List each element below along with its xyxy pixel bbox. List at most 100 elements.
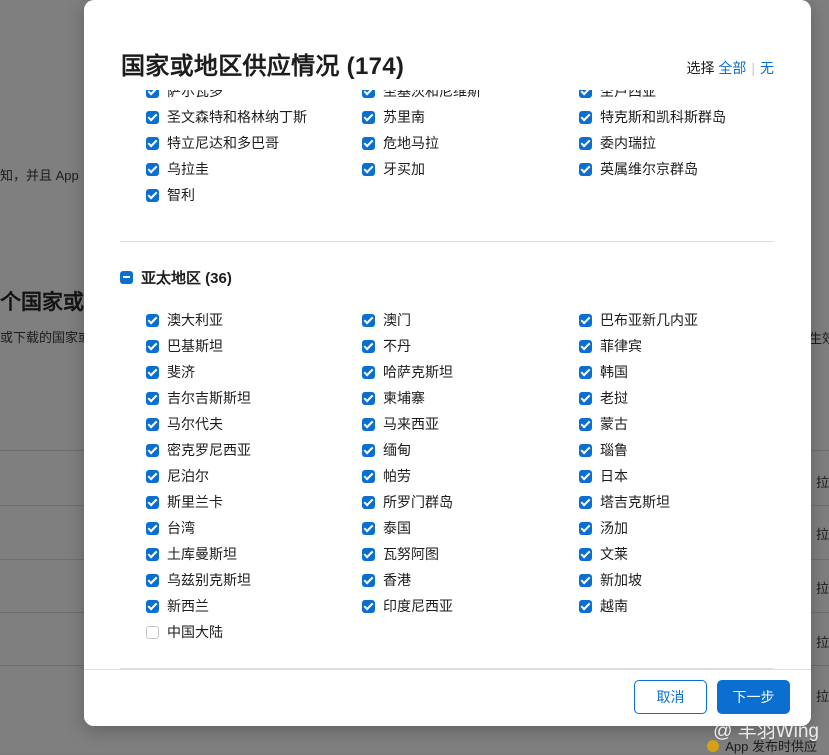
checkbox-checked-icon[interactable] — [362, 339, 375, 353]
country-option[interactable]: 印度尼西亚 — [362, 593, 453, 619]
country-option[interactable]: 老挝 — [579, 385, 628, 411]
country-option[interactable]: 日本 — [579, 463, 628, 489]
country-option[interactable]: 澳大利亚 — [146, 307, 223, 333]
country-option[interactable]: 泰国 — [362, 515, 411, 541]
checkbox-checked-icon[interactable] — [362, 90, 375, 98]
checkbox-checked-icon[interactable] — [579, 162, 592, 176]
checkbox-checked-icon[interactable] — [579, 339, 592, 353]
checkbox-checked-icon[interactable] — [362, 313, 375, 327]
checkbox-checked-icon[interactable] — [579, 110, 592, 124]
checkbox-checked-icon[interactable] — [579, 495, 592, 509]
checkbox-checked-icon[interactable] — [579, 313, 592, 327]
country-option[interactable]: 苏里南 — [362, 104, 425, 130]
country-option[interactable]: 斐济 — [146, 359, 195, 385]
country-option[interactable]: 英属维尔京群岛 — [579, 156, 698, 182]
country-option[interactable]: 斯里兰卡 — [146, 489, 223, 515]
checkbox-checked-icon[interactable] — [146, 547, 159, 561]
select-none-link[interactable]: 无 — [760, 60, 774, 76]
checkbox-checked-icon[interactable] — [579, 599, 592, 613]
country-option[interactable]: 新加坡 — [579, 567, 642, 593]
checkbox-checked-icon[interactable] — [362, 547, 375, 561]
checkbox-checked-icon[interactable] — [579, 391, 592, 405]
checkbox-checked-icon[interactable] — [146, 188, 159, 202]
checkbox-checked-icon[interactable] — [146, 339, 159, 353]
checkbox-checked-icon[interactable] — [579, 417, 592, 431]
country-option[interactable]: 汤加 — [579, 515, 628, 541]
checkbox-checked-icon[interactable] — [362, 136, 375, 150]
country-option[interactable]: 密克罗尼西亚 — [146, 437, 251, 463]
country-option[interactable]: 新西兰 — [146, 593, 209, 619]
country-option[interactable]: 萨尔瓦多 — [146, 90, 223, 104]
checkbox-checked-icon[interactable] — [362, 495, 375, 509]
checkbox-checked-icon[interactable] — [146, 495, 159, 509]
checkbox-checked-icon[interactable] — [579, 136, 592, 150]
country-option[interactable]: 圣卢西亚 — [579, 90, 656, 104]
country-option[interactable]: 台湾 — [146, 515, 195, 541]
checkbox-unchecked-icon[interactable] — [146, 625, 159, 639]
checkbox-checked-icon[interactable] — [362, 521, 375, 535]
checkbox-checked-icon[interactable] — [146, 365, 159, 379]
checkbox-checked-icon[interactable] — [146, 136, 159, 150]
checkbox-checked-icon[interactable] — [146, 599, 159, 613]
country-option[interactable]: 吉尔吉斯斯坦 — [146, 385, 251, 411]
checkbox-checked-icon[interactable] — [146, 469, 159, 483]
checkbox-checked-icon[interactable] — [146, 162, 159, 176]
country-option[interactable]: 智利 — [146, 182, 195, 208]
country-option[interactable]: 缅甸 — [362, 437, 411, 463]
checkbox-checked-icon[interactable] — [362, 469, 375, 483]
country-option[interactable]: 马来西亚 — [362, 411, 439, 437]
country-option[interactable]: 巴基斯坦 — [146, 333, 223, 359]
country-option[interactable]: 牙买加 — [362, 156, 425, 182]
checkbox-checked-icon[interactable] — [579, 573, 592, 587]
select-all-link[interactable]: 全部 — [718, 60, 746, 76]
checkbox-checked-icon[interactable] — [579, 521, 592, 535]
country-option[interactable]: 中国大陆 — [146, 619, 223, 645]
country-option[interactable]: 越南 — [579, 593, 628, 619]
country-option[interactable]: 文莱 — [579, 541, 628, 567]
checkbox-checked-icon[interactable] — [146, 521, 159, 535]
checkbox-checked-icon[interactable] — [146, 417, 159, 431]
checkbox-checked-icon[interactable] — [362, 365, 375, 379]
country-list-scroll[interactable]: 萨尔瓦多 圣基茨和尼维斯 圣卢西亚圣文森特和格林纳丁斯 苏里南 特克斯和凯科斯群岛特立尼… — [84, 90, 811, 670]
country-option[interactable]: 瓦努阿图 — [362, 541, 439, 567]
country-option[interactable]: 马尔代夫 — [146, 411, 223, 437]
checkbox-checked-icon[interactable] — [146, 313, 159, 327]
next-button[interactable]: 下一步 — [717, 680, 790, 714]
checkbox-checked-icon[interactable] — [362, 443, 375, 457]
country-option[interactable]: 巴布亚新几内亚 — [579, 307, 698, 333]
country-option[interactable]: 所罗门群岛 — [362, 489, 453, 515]
checkbox-checked-icon[interactable] — [146, 573, 159, 587]
country-option[interactable]: 哈萨克斯坦 — [362, 359, 453, 385]
country-option[interactable]: 乌拉圭 — [146, 156, 209, 182]
checkbox-checked-icon[interactable] — [146, 110, 159, 124]
country-option[interactable]: 特克斯和凯科斯群岛 — [579, 104, 726, 130]
country-option[interactable]: 乌兹别克斯坦 — [146, 567, 251, 593]
country-option[interactable]: 帕劳 — [362, 463, 411, 489]
country-option[interactable]: 蒙古 — [579, 411, 628, 437]
checkbox-checked-icon[interactable] — [362, 599, 375, 613]
country-option[interactable]: 澳门 — [362, 307, 411, 333]
country-option[interactable]: 特立尼达和多巴哥 — [146, 130, 279, 156]
checkbox-checked-icon[interactable] — [362, 573, 375, 587]
region-partial-checkbox-icon[interactable] — [120, 271, 133, 284]
country-option[interactable]: 危地马拉 — [362, 130, 439, 156]
checkbox-checked-icon[interactable] — [579, 469, 592, 483]
checkbox-checked-icon[interactable] — [362, 110, 375, 124]
checkbox-checked-icon[interactable] — [579, 365, 592, 379]
checkbox-checked-icon[interactable] — [146, 90, 159, 98]
checkbox-checked-icon[interactable] — [362, 162, 375, 176]
checkbox-checked-icon[interactable] — [362, 391, 375, 405]
checkbox-checked-icon[interactable] — [579, 547, 592, 561]
country-option[interactable]: 圣文森特和格林纳丁斯 — [146, 104, 307, 130]
checkbox-checked-icon[interactable] — [146, 391, 159, 405]
cancel-button[interactable]: 取消 — [634, 680, 707, 714]
country-option[interactable]: 塔吉克斯坦 — [579, 489, 670, 515]
country-option[interactable]: 圣基茨和尼维斯 — [362, 90, 481, 104]
country-option[interactable]: 柬埔寨 — [362, 385, 425, 411]
country-option[interactable]: 尼泊尔 — [146, 463, 209, 489]
country-option[interactable]: 土库曼斯坦 — [146, 541, 237, 567]
country-option[interactable]: 瑙鲁 — [579, 437, 628, 463]
country-option[interactable]: 韩国 — [579, 359, 628, 385]
checkbox-checked-icon[interactable] — [362, 417, 375, 431]
country-option[interactable]: 不丹 — [362, 333, 411, 359]
